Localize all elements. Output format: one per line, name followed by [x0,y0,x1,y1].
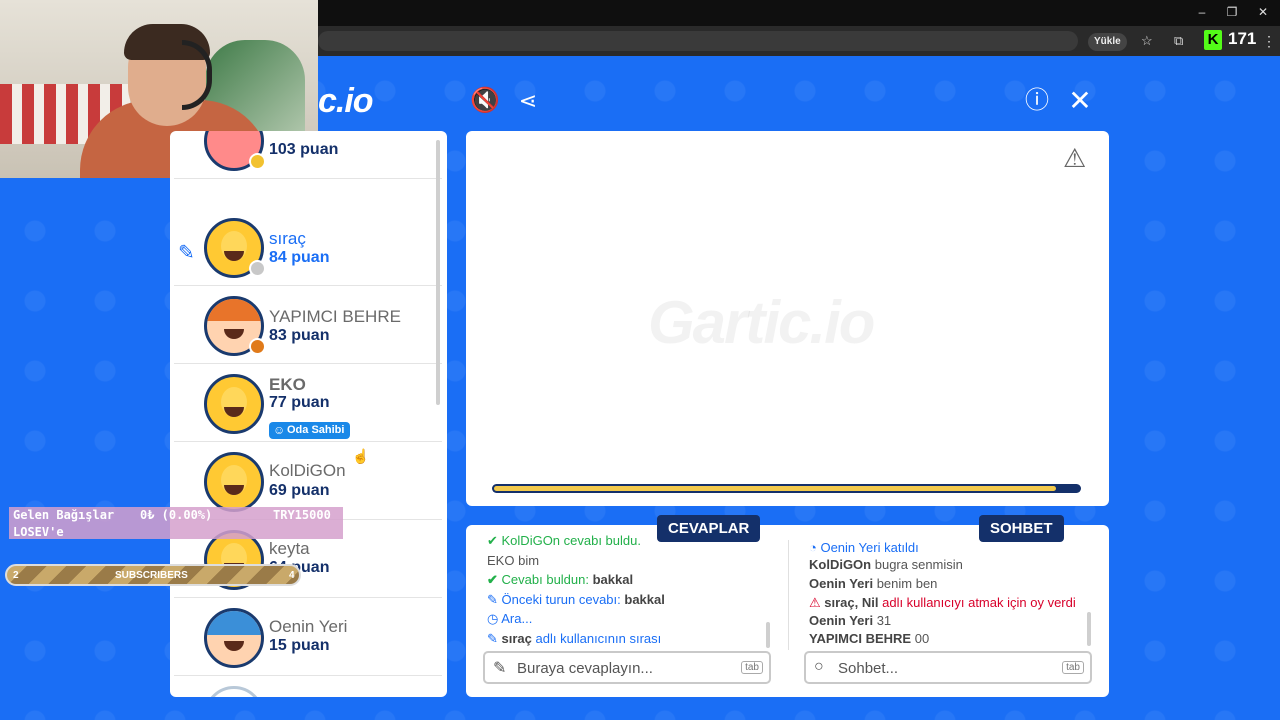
pencil-icon: ✎ [487,631,498,646]
share-icon[interactable]: ⋖ [513,86,543,116]
mouse-cursor-icon: ☝ [352,448,370,464]
answer-line: ✔ KolDiGOn cevabı buldu. [487,533,641,545]
player-item: YAPIMCI BEHRE 83 puan [174,286,442,364]
subs-current: 2 [13,570,19,581]
status-dot [249,338,266,355]
player-name: YAPIMCI BEHRE [269,307,401,326]
report-warning-icon[interactable]: ⚠ [1063,143,1086,174]
warning-icon: ⚠ [809,595,821,610]
tab-hint: tab [1062,661,1084,674]
chat-bubble-icon: ○ [814,658,824,675]
answer-line: ✎ sıraç adlı kullanıcının sırası [487,631,662,646]
answers-title: CEVAPLAR [657,515,761,542]
status-dot [249,260,266,277]
star-icon[interactable]: ☆ [1141,33,1153,49]
player-name: Oenin Yeri [269,617,348,636]
player-item [174,676,442,697]
chat-line: KolDiGOn bugra senmisin [809,557,963,572]
chat-line: ◔ Oenin Yeri katıldı [809,540,919,555]
chat-line: Oenin Yeri benim ben [809,576,938,591]
canvas-watermark: Gartic.io [648,289,875,356]
answer-input-box[interactable]: ✎ tab [483,651,771,684]
player-name: EKO [269,375,306,394]
round-timer-fill [494,486,1056,491]
player-list-scrollbar[interactable] [436,140,440,405]
answer-line: EKO bim [487,553,540,568]
close-icon[interactable]: ✕ [1065,86,1095,116]
pencil-icon: ✎ [487,592,498,607]
player-list: 103 puan ✎ sıraç 84 puan YAPIMCI BEHRE 8… [170,131,447,697]
upload-button[interactable]: Yükle [1088,33,1127,51]
player-score: 15 puan [269,637,330,654]
answer-line: ✎ Önceki turun cevabı: bakkal [487,592,665,607]
chat-input[interactable] [838,659,1048,677]
subs-goal: 4 [289,570,295,581]
answer-input[interactable] [517,659,727,677]
subscribers-goal-bar: 2 SUBSCRIBERS 4 [5,564,301,586]
chat-scrollbar[interactable] [1087,612,1091,646]
tab-hint: tab [741,661,763,674]
answer-line: ✔ Cevabı buldun: bakkal [487,572,634,587]
donation-recipient: LOSEV'e [13,525,64,539]
chat-line: ⚠ sıraç, Nil adlı kullanıcıyı atmak için… [809,595,1076,610]
player-score: 83 puan [269,327,330,344]
subs-label: SUBSCRIBERS [115,570,188,581]
avatar [204,686,264,697]
viewer-count: 171 [1228,29,1257,48]
player-name: sıraç [269,229,306,248]
pencil-icon: ✎ [493,660,507,677]
donation-overlay: Gelen Bağışlar 0₺ (0.00%) TRY15000 LOSEV… [9,507,343,539]
player-item: 103 puan [174,131,442,179]
gartic-logo: c.io [318,82,374,120]
kick-logo-icon: K [1204,30,1222,50]
player-item: ✎ sıraç 84 puan [174,208,442,286]
pencil-icon: ✎ [178,242,195,264]
player-item: EKO 77 puan Oda Sahibi [174,364,442,442]
chat-title: SOHBET [979,515,1064,542]
donation-goal: TRY15000 [273,508,331,522]
round-timer [492,484,1081,493]
sound-off-icon[interactable]: 🔇 [470,86,500,116]
player-item: Oenin Yeri 15 puan [174,598,442,676]
extension-icon[interactable]: ⧉ [1174,33,1183,49]
player-name: KolDiGOn [269,461,346,480]
answer-line: ◷ Ara... [487,611,533,626]
info-icon[interactable]: ⓘ [1022,86,1052,116]
answers-scrollbar[interactable] [766,622,770,648]
panel-divider [788,540,789,650]
donation-title: Gelen Bağışlar [13,508,115,522]
avatar [204,452,264,512]
player-score: 69 puan [269,482,330,499]
player-score: 84 puan [269,249,330,266]
minimize-icon[interactable]: – [1192,5,1212,19]
player-score: 103 puan [269,141,339,158]
menu-icon[interactable]: ⋮ [1262,33,1276,50]
check-icon: ✔ [487,572,498,587]
room-owner-badge: Oda Sahibi [269,422,351,439]
maximize-icon[interactable]: ❐ [1222,5,1242,19]
chat-line: Oenin Yeri 31 [809,613,892,628]
clock-icon: ◷ [487,611,499,626]
status-dot [249,153,266,170]
avatar [204,374,264,434]
chat-input-box[interactable]: ○ tab [804,651,1092,684]
player-score: 77 puan [269,394,330,411]
chat-line: YAPIMCI BEHRE 00 [809,631,930,646]
address-bar[interactable] [318,31,1078,51]
donation-amount: 0₺ (0.00%) [140,508,213,522]
player-name: keyta [269,539,310,558]
close-window-icon[interactable]: ✕ [1253,5,1273,19]
avatar [204,608,264,668]
